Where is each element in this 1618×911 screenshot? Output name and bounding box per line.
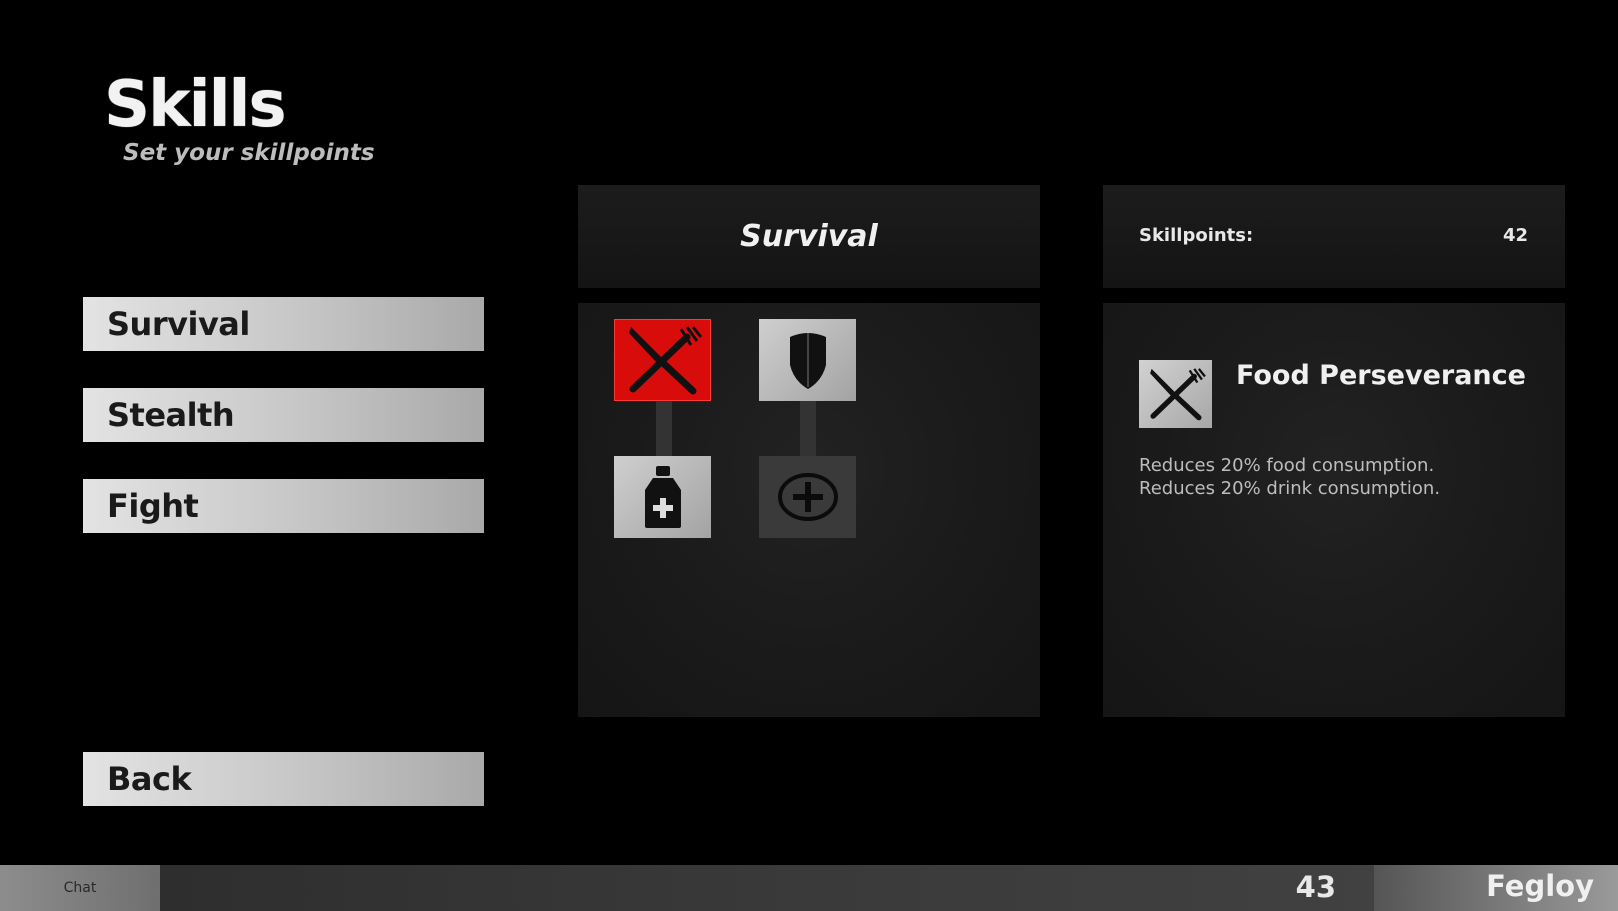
- page-title: Skills: [104, 68, 287, 142]
- tree-connector: [800, 401, 816, 456]
- tree-title: Survival: [740, 219, 878, 254]
- skillpoints-label: Skillpoints:: [1139, 225, 1254, 246]
- fork-knife-icon: [628, 326, 702, 395]
- skill-tile-medicine[interactable]: [614, 456, 711, 538]
- player-name: Fegloy: [1486, 869, 1594, 903]
- player-count: 43: [1295, 870, 1336, 904]
- detail-description-line: Reduces 20% food consumption.: [1139, 455, 1435, 476]
- skills-screen: Skills Set your skillpoints Survival Ste…: [0, 0, 1618, 911]
- detail-description-line: Reduces 20% drink consumption.: [1139, 478, 1441, 499]
- page-subtitle: Set your skillpoints: [123, 140, 375, 166]
- back-button[interactable]: Back: [83, 752, 484, 806]
- menu-button-fight[interactable]: Fight: [83, 479, 484, 533]
- skill-tile-locked-plus[interactable]: [759, 456, 856, 538]
- menu-button-survival[interactable]: Survival: [83, 297, 484, 351]
- menu-button-stealth[interactable]: Stealth: [83, 388, 484, 442]
- skill-tile-armor[interactable]: [759, 319, 856, 401]
- chat-button[interactable]: Chat: [0, 865, 160, 911]
- skill-tile-food-perseverance[interactable]: [614, 319, 711, 401]
- shield-icon: [789, 333, 826, 389]
- detail-skill-icon: [1139, 360, 1212, 428]
- plus-circle-icon: [777, 473, 838, 521]
- detail-skill-name: Food Perseverance: [1236, 360, 1526, 391]
- tree-connector: [656, 401, 672, 456]
- medicine-bottle-icon: [644, 466, 681, 528]
- skillpoints-value: 42: [1502, 225, 1528, 246]
- fork-knife-icon: [1149, 368, 1206, 421]
